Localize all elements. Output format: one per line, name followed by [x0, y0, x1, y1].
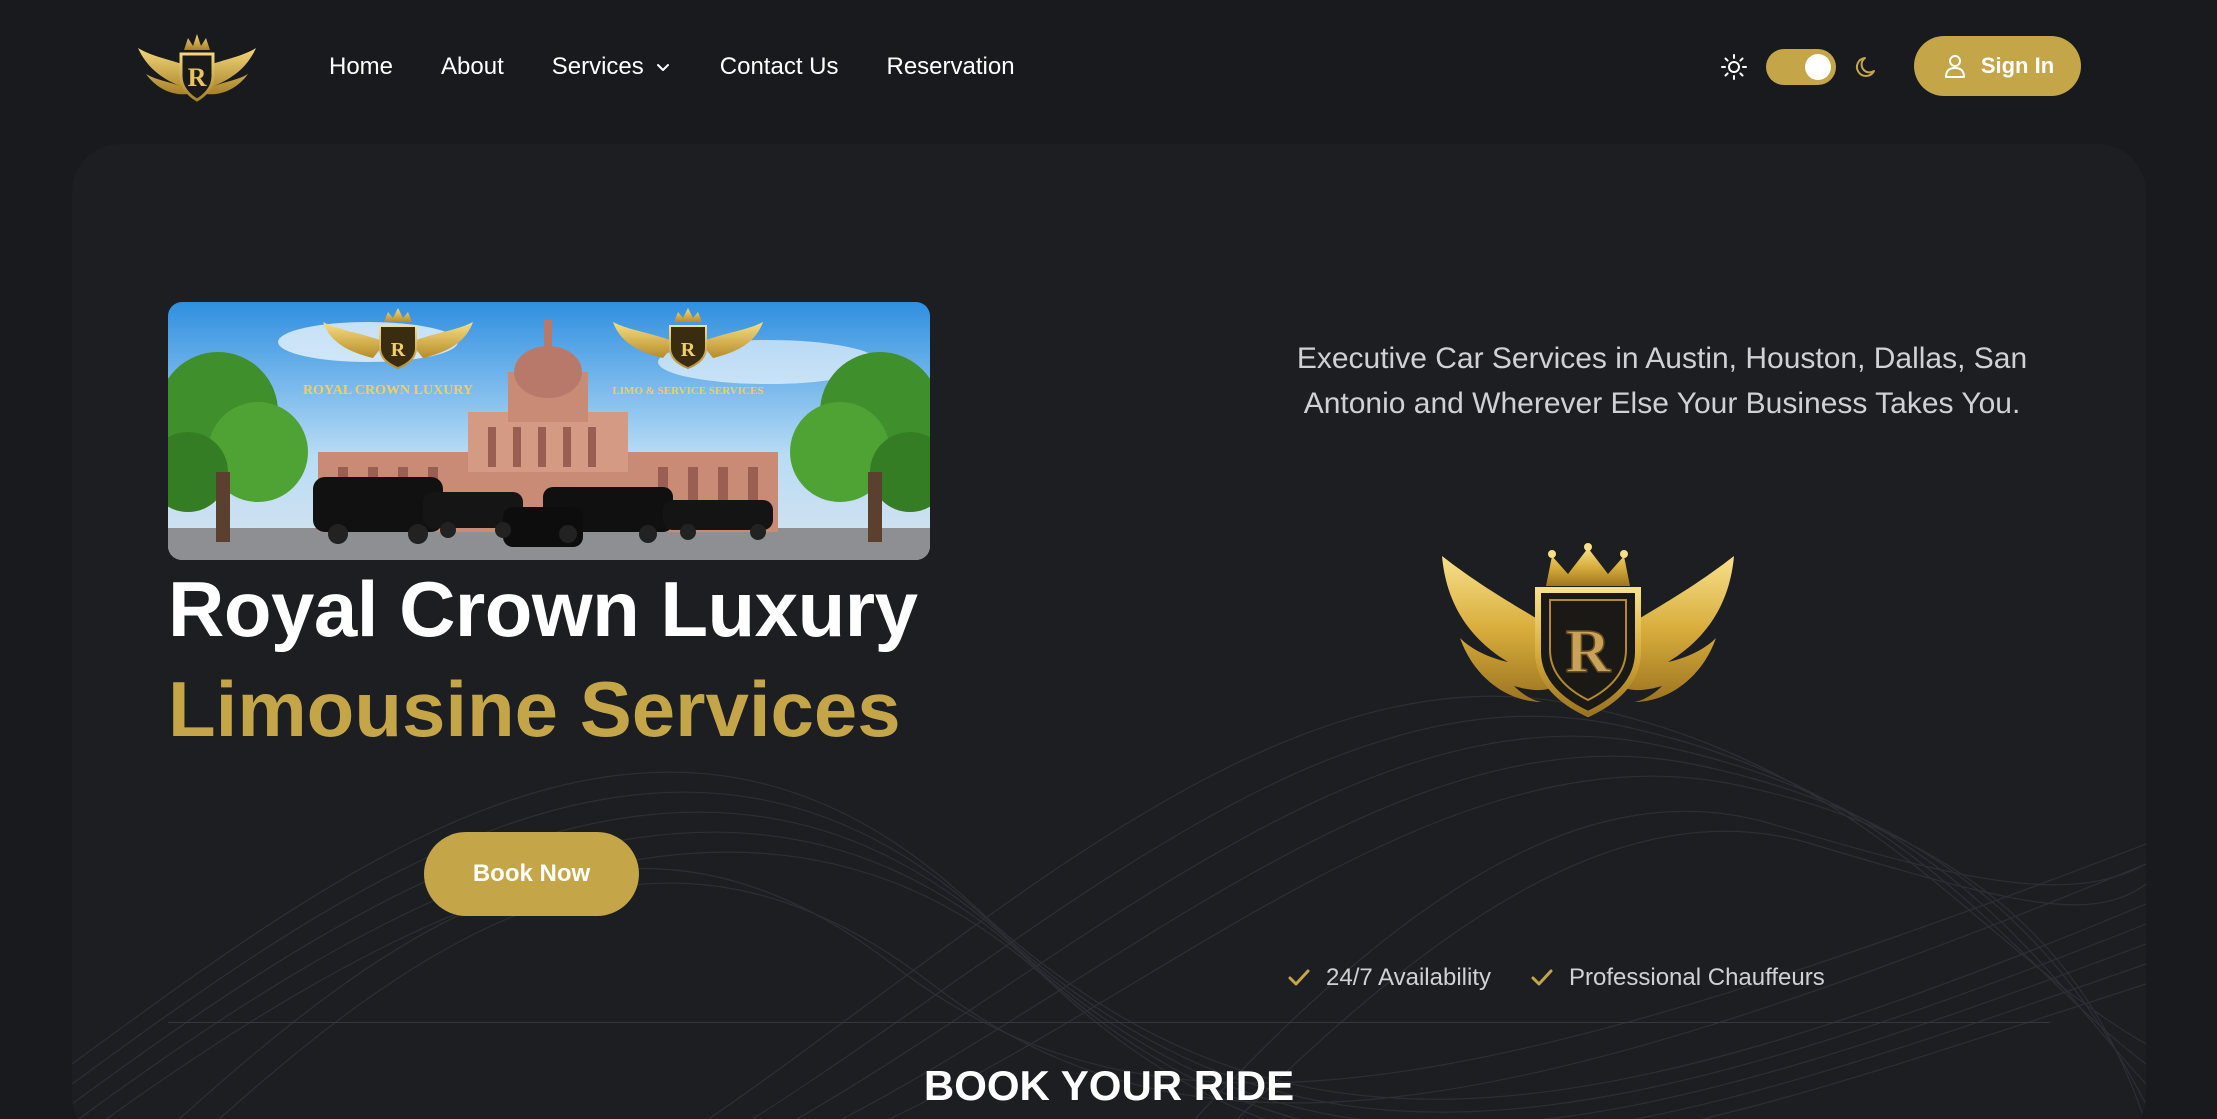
section-divider: [168, 1022, 2050, 1023]
crown-logo-icon: R: [1442, 543, 1734, 718]
moon-icon[interactable]: [1854, 53, 1882, 81]
feature-label: 24/7 Availability: [1326, 964, 1491, 991]
nav-about[interactable]: About: [441, 53, 504, 81]
chevron-down-icon: [656, 64, 669, 71]
book-your-ride-heading: BOOK YOUR RIDE: [923, 1062, 1295, 1109]
hero-tagline: Executive Car Services in Austin, Housto…: [1296, 342, 2028, 420]
book-now-button[interactable]: Book Now: [424, 832, 639, 916]
nav-home-label: Home: [329, 53, 394, 80]
theme-toggle[interactable]: [1766, 49, 1836, 85]
banner-logo-left-text: ROYAL CROWN LUXURY: [303, 383, 473, 398]
theme-switcher: [1720, 44, 1882, 90]
big-logo-letter: R: [1566, 618, 1612, 686]
hero-section: R ROYAL CROWN LUXURY R LIMO & SERVICE SE…: [72, 144, 2146, 1119]
site-header: R Home About Services Contact Us Reserva…: [0, 0, 2217, 134]
nav-services-label: Services: [551, 53, 644, 80]
check-icon: [1531, 969, 1553, 986]
main-nav: Home About Services Contact Us Reservati…: [329, 0, 1063, 134]
nav-contact-label: Contact Us: [719, 53, 839, 80]
nav-contact[interactable]: Contact Us: [720, 53, 839, 81]
feature-item: 24/7 Availability: [1286, 964, 1491, 992]
nav-reservation-label: Reservation: [886, 53, 1015, 80]
nav-services[interactable]: Services: [552, 53, 672, 81]
nav-about-label: About: [441, 53, 504, 80]
hero-banner-image: R ROYAL CROWN LUXURY R LIMO & SERVICE SE…: [168, 302, 930, 560]
brand-logo-icon[interactable]: R: [136, 30, 258, 104]
feature-item: Professional Chauffeurs: [1529, 964, 1825, 992]
user-icon: [1944, 55, 1965, 78]
hero-title-line2: Limousine Services: [168, 665, 901, 753]
sign-in-button[interactable]: Sign In: [1914, 36, 2081, 96]
nav-reservation[interactable]: Reservation: [887, 53, 1015, 81]
hero-title-line1: Royal Crown Luxury: [168, 565, 918, 653]
check-icon: [1288, 969, 1310, 986]
nav-home[interactable]: Home: [329, 53, 393, 81]
logo-letter: R: [188, 63, 207, 92]
feature-label: Professional Chauffeurs: [1569, 964, 1825, 991]
features-list: 24/7 Availability Professional Chauffeur…: [1286, 964, 1863, 992]
toggle-knob: [1805, 54, 1831, 80]
svg-text:R: R: [391, 339, 406, 361]
sun-icon[interactable]: [1720, 53, 1748, 81]
sign-in-label: Sign In: [1980, 53, 2055, 78]
svg-text:R: R: [681, 339, 696, 361]
banner-logo-right-text: LIMO & SERVICE SERVICES: [612, 385, 763, 397]
